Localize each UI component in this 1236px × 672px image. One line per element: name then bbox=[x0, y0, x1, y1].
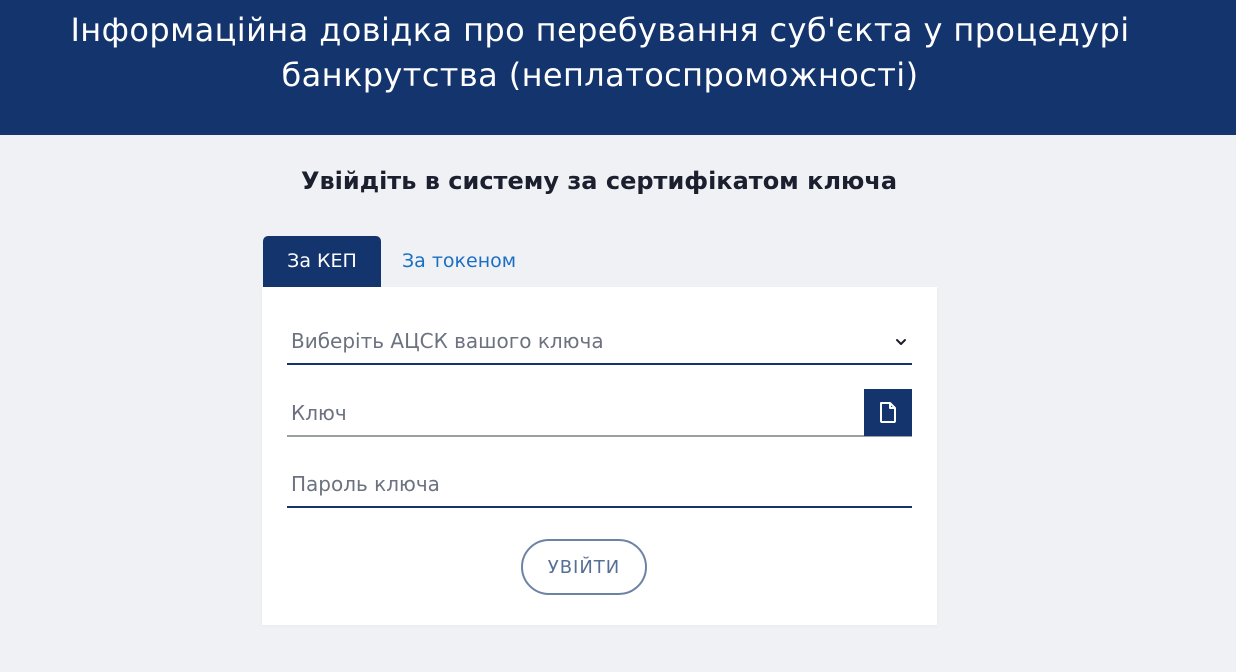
page-title-line-2: банкрутства (неплатоспроможності) bbox=[281, 56, 919, 94]
login-subtitle: Увійдіть в систему за сертифікатом ключа bbox=[300, 167, 898, 195]
key-file-field[interactable]: Ключ bbox=[287, 387, 912, 437]
key-password-field[interactable]: Пароль ключа bbox=[287, 458, 912, 508]
tab-kep[interactable]: За КЕП bbox=[263, 236, 381, 287]
tab-token[interactable]: За токеном bbox=[402, 236, 516, 287]
page-header: Інформаційна довідка про перебування суб… bbox=[0, 0, 1236, 135]
login-button[interactable]: УВІЙТИ bbox=[521, 539, 647, 595]
login-form-card: Виберіть АЦСК вашого ключа Ключ Пароль к… bbox=[262, 287, 937, 625]
page-title: Інформаційна довідка про перебування суб… bbox=[0, 8, 1200, 98]
acsk-select-placeholder: Виберіть АЦСК вашого ключа bbox=[291, 329, 604, 353]
page-title-line-1: Інформаційна довідка про перебування суб… bbox=[70, 11, 1130, 49]
login-tabs: За КЕП За токеном bbox=[263, 236, 663, 287]
key-file-placeholder: Ключ bbox=[291, 401, 347, 425]
key-password-placeholder: Пароль ключа bbox=[291, 472, 440, 496]
choose-file-button[interactable] bbox=[864, 389, 912, 436]
chevron-down-icon bbox=[896, 339, 906, 345]
acsk-select[interactable]: Виберіть АЦСК вашого ключа bbox=[287, 315, 912, 365]
file-icon bbox=[880, 402, 896, 423]
